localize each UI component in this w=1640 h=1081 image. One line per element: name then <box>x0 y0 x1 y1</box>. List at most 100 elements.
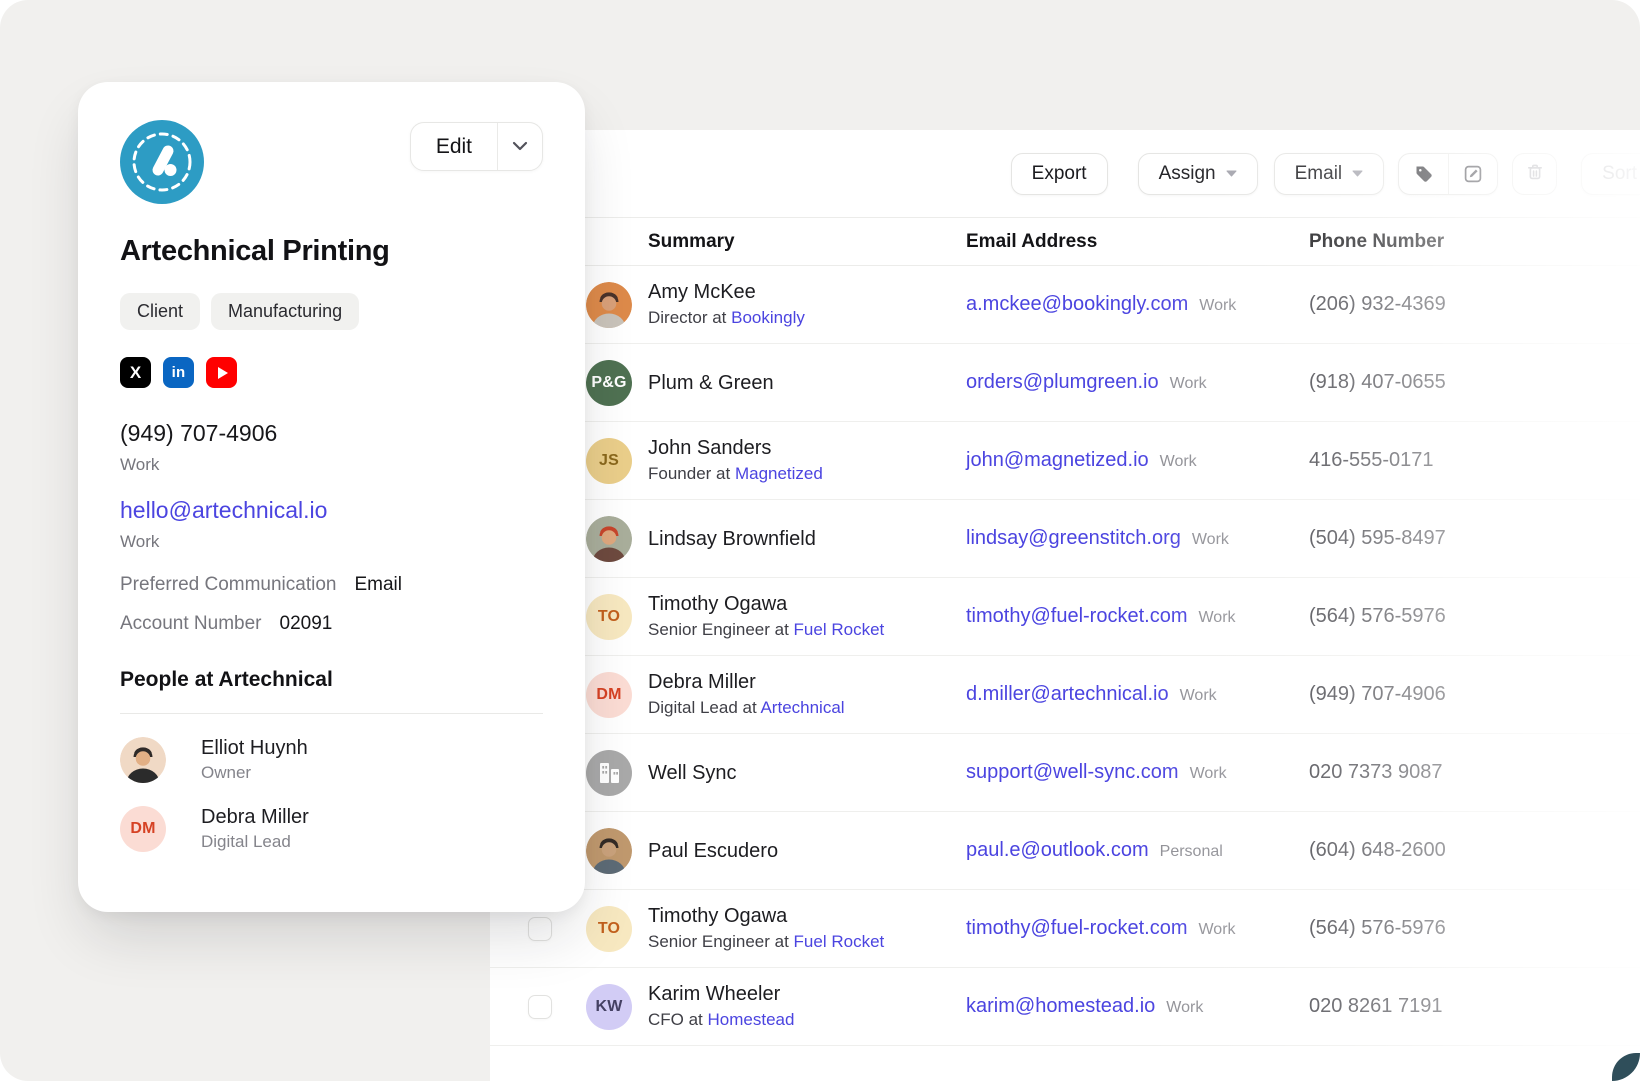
initials-avatar: JS <box>586 438 632 484</box>
row-phone: (918) 407-0655 <box>1309 371 1640 394</box>
tag-edit-button-group <box>1398 153 1498 195</box>
company-title: Artechnical Printing <box>120 235 543 268</box>
email-type-label: Work <box>1160 453 1197 471</box>
row-phone: (206) 932-4369 <box>1309 293 1640 316</box>
compose-icon[interactable] <box>1448 154 1497 194</box>
contact-name: Paul Escudero <box>648 839 966 863</box>
tag-manufacturing[interactable]: Manufacturing <box>211 293 359 330</box>
email-button[interactable]: Email <box>1274 153 1385 195</box>
email-link[interactable]: d.miller@artechnical.io <box>966 683 1169 706</box>
table-row[interactable]: TOTimothy OgawaSenior Engineer at Fuel R… <box>490 890 1640 968</box>
table-row[interactable]: JSJohn SandersFounder at Magnetizedjohn@… <box>490 422 1640 500</box>
email-type-label: Personal <box>1160 843 1223 861</box>
email-type-label: Work <box>1170 375 1207 393</box>
linkedin-icon[interactable]: in <box>163 357 194 388</box>
column-header-email: Email Address <box>966 231 1309 253</box>
contact-subtitle: Senior Engineer at Fuel Rocket <box>648 932 966 952</box>
company-card: Edit Artechnical Printing Client Manufac… <box>78 82 585 912</box>
email-button-label: Email <box>1295 163 1343 185</box>
photo-avatar <box>586 516 632 562</box>
email-link[interactable]: lindsay@greenstitch.org <box>966 527 1181 550</box>
email-link[interactable]: a.mckee@bookingly.com <box>966 293 1188 316</box>
row-email-cell: lindsay@greenstitch.orgWork <box>966 527 1309 550</box>
person-role: Owner <box>201 763 308 783</box>
attribute-preferred-communication: Preferred Communication Email <box>120 574 543 596</box>
column-header-summary: Summary <box>648 231 966 253</box>
edit-button[interactable]: Edit <box>411 123 497 170</box>
table-row[interactable]: TOTimothy OgawaSenior Engineer at Fuel R… <box>490 578 1640 656</box>
email-link[interactable]: timothy@fuel-rocket.com <box>966 917 1187 940</box>
table-row[interactable]: P&GPlum & Greenorders@plumgreen.ioWork(9… <box>490 344 1640 422</box>
row-summary: Amy McKeeDirector at Bookingly <box>648 280 966 328</box>
contacts-panel: Export Assign Email <box>490 130 1640 1081</box>
row-summary: Lindsay Brownfield <box>648 527 966 551</box>
email-type-label: Work <box>1198 609 1235 627</box>
assign-button-label: Assign <box>1159 163 1216 185</box>
row-email-cell: orders@plumgreen.io Work <box>966 371 1309 394</box>
contact-name: Plum & Green <box>648 371 966 395</box>
row-checkbox[interactable] <box>528 917 552 941</box>
photo-avatar <box>586 828 632 874</box>
company-phone[interactable]: (949) 707-4906 <box>120 420 543 447</box>
edit-menu-button[interactable] <box>497 123 542 170</box>
table-row[interactable]: Paul Escuderopaul.e@outlook.comPersonal(… <box>490 812 1640 890</box>
play-icon <box>218 367 228 379</box>
company-link[interactable]: Fuel Rocket <box>794 932 885 951</box>
tag-icon[interactable] <box>1399 154 1448 194</box>
row-email-cell: paul.e@outlook.com Personal <box>966 839 1309 862</box>
people-section-title: People at Artechnical <box>120 668 543 692</box>
company-link[interactable]: Magnetized <box>735 464 823 483</box>
email-link[interactable]: timothy@fuel-rocket.com <box>966 605 1187 628</box>
company-link[interactable]: Fuel Rocket <box>794 620 885 639</box>
person-row[interactable]: DM Debra MillerDigital Lead <box>120 806 543 852</box>
delete-button[interactable] <box>1512 153 1557 195</box>
table-row[interactable]: DMDebra MillerDigital Lead at Artechnica… <box>490 656 1640 734</box>
initials-avatar: DM <box>120 806 166 852</box>
email-link[interactable]: support@well-sync.com <box>966 761 1179 784</box>
email-type-label: Work <box>1198 921 1235 939</box>
subtitle-text: Senior Engineer at <box>648 932 794 951</box>
row-phone: (564) 576-5976 <box>1309 917 1640 940</box>
company-link[interactable]: Bookingly <box>731 308 805 327</box>
company-link[interactable]: Artechnical <box>760 698 844 717</box>
x-icon[interactable]: X <box>120 357 151 388</box>
company-email-link[interactable]: hello@artechnical.io <box>120 497 543 524</box>
email-link[interactable]: john@magnetized.io <box>966 449 1149 472</box>
table-row[interactable]: Well Syncsupport@well-sync.comWork020 73… <box>490 734 1640 812</box>
company-phone-label: Work <box>120 455 543 475</box>
row-email-cell: timothy@fuel-rocket.com Work <box>966 917 1309 940</box>
row-phone: 416-555-0171 <box>1309 449 1640 472</box>
contact-subtitle: Senior Engineer at Fuel Rocket <box>648 620 966 640</box>
contact-name: Amy McKee <box>648 280 966 304</box>
row-checkbox[interactable] <box>528 995 552 1019</box>
subtitle-text: Founder at <box>648 464 735 483</box>
table-row[interactable]: Lindsay Brownfieldlindsay@greenstitch.or… <box>490 500 1640 578</box>
sort-button[interactable]: Sort <box>1581 153 1640 195</box>
initials-avatar: DM <box>586 672 632 718</box>
building-icon <box>586 750 632 796</box>
edit-button-label: Edit <box>436 135 472 159</box>
person-row[interactable]: Elliot HuynhOwner <box>120 737 543 783</box>
email-link[interactable]: karim@homestead.io <box>966 995 1155 1018</box>
page-background: Export Assign Email <box>0 0 1640 1081</box>
row-phone: 020 7373 9087 <box>1309 761 1640 784</box>
tag-client[interactable]: Client <box>120 293 200 330</box>
youtube-icon[interactable] <box>206 357 237 388</box>
trash-icon <box>1525 162 1545 185</box>
contact-name: Well Sync <box>648 761 966 785</box>
person-info: Debra MillerDigital Lead <box>201 806 309 852</box>
chevron-down-icon <box>1226 170 1237 177</box>
assign-button[interactable]: Assign <box>1138 153 1258 195</box>
row-phone: (504) 595-8497 <box>1309 527 1640 550</box>
subtitle-text: Digital Lead at <box>648 698 760 717</box>
export-button[interactable]: Export <box>1011 153 1108 195</box>
initials-avatar: KW <box>586 984 632 1030</box>
table-row[interactable]: KWKarim WheelerCFO at Homesteadkarim@hom… <box>490 968 1640 1046</box>
row-summary: Timothy OgawaSenior Engineer at Fuel Roc… <box>648 904 966 952</box>
table-row[interactable]: Amy McKeeDirector at Bookinglya.mckee@bo… <box>490 266 1640 344</box>
company-link[interactable]: Homestead <box>708 1010 795 1029</box>
email-link[interactable]: paul.e@outlook.com <box>966 839 1149 862</box>
row-email-cell: timothy@fuel-rocket.com Work <box>966 605 1309 628</box>
chevron-down-icon <box>512 138 528 156</box>
email-link[interactable]: orders@plumgreen.io <box>966 371 1159 394</box>
